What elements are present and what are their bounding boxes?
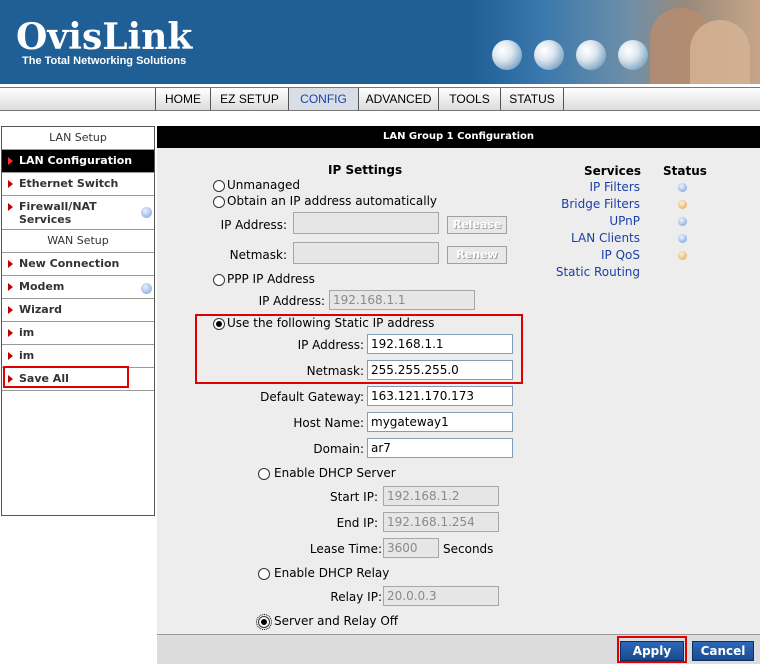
logo: OvisLink bbox=[16, 16, 193, 58]
sidebar: LAN Setup LAN Configuration Ethernet Swi… bbox=[1, 126, 155, 516]
tab-config[interactable]: CONFIG bbox=[288, 88, 358, 110]
gateway-input[interactable]: 163.121.170.173 bbox=[367, 386, 513, 406]
auto-ip-input[interactable] bbox=[293, 212, 439, 234]
relay-ip-label: Relay IP: bbox=[330, 590, 382, 604]
server-relay-off-label: Server and Relay Off bbox=[274, 614, 399, 628]
service-link-bridge-filters[interactable]: Bridge Filters bbox=[517, 197, 640, 211]
apply-highlight bbox=[617, 636, 687, 663]
arrow-icon bbox=[8, 203, 13, 211]
service-link-ip-qos[interactable]: IP QoS bbox=[517, 248, 640, 262]
sidebar-item-firewall-nat[interactable]: Firewall/NAT Services bbox=[2, 196, 154, 230]
unmanaged-label: Unmanaged bbox=[227, 178, 301, 192]
radio-dhcp-server[interactable] bbox=[258, 468, 270, 480]
renew-button[interactable]: Renew bbox=[447, 246, 507, 264]
tab-status[interactable]: STATUS bbox=[500, 88, 564, 110]
gateway-label: Default Gateway: bbox=[260, 390, 364, 404]
arrow-icon bbox=[8, 283, 13, 291]
sidebar-item-wizard[interactable]: Wizard bbox=[2, 299, 154, 322]
radio-obtain-auto[interactable] bbox=[213, 196, 225, 208]
cancel-button[interactable]: Cancel bbox=[692, 641, 754, 661]
start-ip-input[interactable]: 192.168.1.2 bbox=[383, 486, 499, 506]
auto-netmask-label: Netmask: bbox=[229, 248, 287, 262]
arrow-icon bbox=[8, 306, 13, 314]
auto-ip-label: IP Address: bbox=[220, 218, 287, 232]
sidebar-item-new-connection[interactable]: New Connection bbox=[2, 253, 154, 276]
tagline: The Total Networking Solutions bbox=[22, 55, 187, 67]
radio-server-relay-off[interactable] bbox=[256, 614, 272, 630]
tab-tools[interactable]: TOOLS bbox=[438, 88, 500, 110]
sidebar-header-wan: WAN Setup bbox=[2, 230, 154, 253]
radio-dhcp-relay[interactable] bbox=[258, 568, 270, 580]
arrow-icon bbox=[8, 180, 13, 188]
globe-icon bbox=[618, 40, 648, 70]
sidebar-header-lan: LAN Setup bbox=[2, 127, 154, 150]
lease-unit: Seconds bbox=[443, 542, 494, 556]
hostname-label: Host Name: bbox=[293, 416, 364, 430]
page-title: LAN Group 1 Configuration bbox=[157, 126, 760, 148]
domain-input[interactable]: ar7 bbox=[367, 438, 513, 458]
status-dot-icon bbox=[141, 283, 152, 294]
lease-time-input[interactable]: 3600 bbox=[383, 538, 439, 558]
top-nav: HOME EZ SETUP CONFIG ADVANCED TOOLS STAT… bbox=[0, 87, 760, 111]
radio-unmanaged[interactable] bbox=[213, 180, 225, 192]
status-dot-icon bbox=[678, 200, 687, 209]
relay-ip-input[interactable]: 20.0.0.3 bbox=[383, 586, 499, 606]
dhcp-server-label: Enable DHCP Server bbox=[274, 466, 396, 480]
service-link-ip-filters[interactable]: IP Filters bbox=[517, 180, 640, 194]
services-heading: Services bbox=[584, 164, 642, 178]
header-banner: OvisLink The Total Networking Solutions bbox=[0, 0, 760, 84]
sidebar-item-lan-configuration[interactable]: LAN Configuration bbox=[2, 150, 154, 173]
service-link-lan-clients[interactable]: LAN Clients bbox=[517, 231, 640, 245]
hostname-input[interactable]: mygateway1 bbox=[367, 412, 513, 432]
globe-icon bbox=[534, 40, 564, 70]
ppp-label: PPP IP Address bbox=[227, 272, 315, 286]
save-all-highlight bbox=[3, 366, 129, 388]
ppp-ip-label: IP Address: bbox=[258, 294, 325, 308]
domain-label: Domain: bbox=[313, 442, 364, 456]
tab-home[interactable]: HOME bbox=[155, 88, 210, 110]
tab-advanced[interactable]: ADVANCED bbox=[358, 88, 438, 110]
sidebar-item-im[interactable]: im bbox=[2, 322, 154, 345]
sidebar-item-modem[interactable]: Modem bbox=[2, 276, 154, 299]
status-dot-icon bbox=[678, 183, 687, 192]
sidebar-item-im[interactable]: im bbox=[2, 345, 154, 368]
ip-settings-heading: IP Settings bbox=[328, 163, 403, 177]
arrow-icon bbox=[8, 329, 13, 337]
status-dot-icon bbox=[141, 207, 152, 218]
auto-netmask-input[interactable] bbox=[293, 242, 439, 264]
sidebar-item-ethernet-switch[interactable]: Ethernet Switch bbox=[2, 173, 154, 196]
ppp-ip-input[interactable]: 192.168.1.1 bbox=[329, 290, 475, 310]
lan-config-panel: IP Settings Unmanaged Obtain an IP addre… bbox=[157, 148, 760, 634]
service-link-static-routing[interactable]: Static Routing bbox=[517, 265, 640, 279]
service-link-upnp[interactable]: UPnP bbox=[517, 214, 640, 228]
status-dot-icon bbox=[678, 251, 687, 260]
release-button[interactable]: Release bbox=[447, 216, 507, 234]
end-ip-input[interactable]: 192.168.1.254 bbox=[383, 512, 499, 532]
arrow-icon bbox=[8, 157, 13, 165]
status-dot-icon bbox=[678, 217, 687, 226]
dhcp-relay-label: Enable DHCP Relay bbox=[274, 566, 390, 580]
obtain-auto-label: Obtain an IP address automatically bbox=[227, 194, 438, 208]
header-person-image bbox=[690, 20, 750, 84]
globe-icon bbox=[576, 40, 606, 70]
tab-ez-setup[interactable]: EZ SETUP bbox=[210, 88, 288, 110]
end-ip-label: End IP: bbox=[336, 516, 378, 530]
static-ip-highlight bbox=[195, 314, 523, 384]
arrow-icon bbox=[8, 352, 13, 360]
globe-icon bbox=[492, 40, 522, 70]
arrow-icon bbox=[8, 260, 13, 268]
start-ip-label: Start IP: bbox=[330, 490, 378, 504]
status-heading: Status bbox=[663, 164, 707, 178]
lease-time-label: Lease Time: bbox=[309, 542, 382, 556]
radio-ppp[interactable] bbox=[213, 274, 225, 286]
status-dot-icon bbox=[678, 234, 687, 243]
